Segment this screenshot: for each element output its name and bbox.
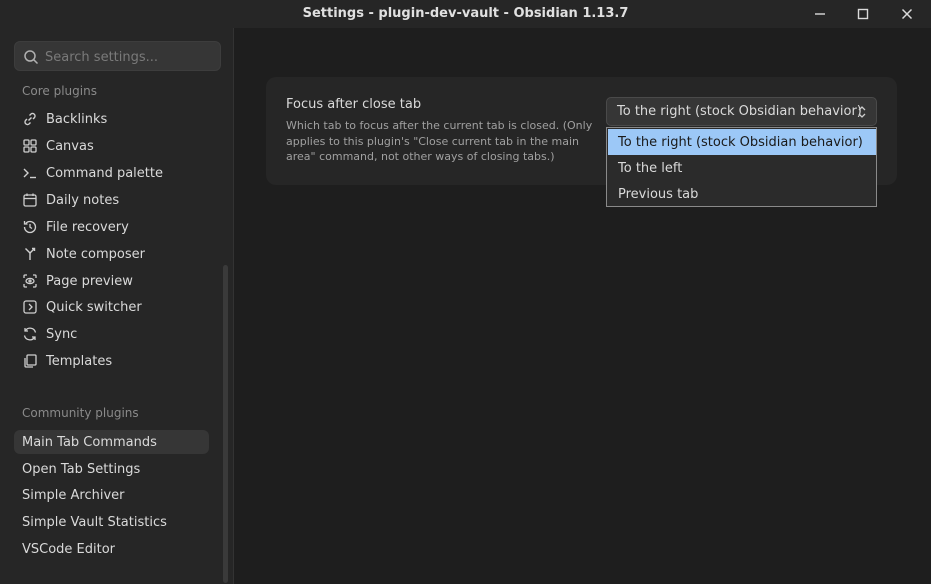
backlinks-icon (22, 111, 38, 127)
close-button[interactable] (896, 4, 918, 24)
select-dropdown-list: To the right (stock Obsidian behavior) T… (606, 127, 877, 207)
maximize-button[interactable] (852, 4, 874, 24)
terminal-icon (22, 165, 38, 181)
sidebar-item-label: Backlinks (46, 111, 108, 127)
preview-icon (22, 273, 38, 289)
sidebar-item-label: Open Tab Settings (22, 461, 141, 477)
merge-icon (22, 246, 38, 262)
sidebar-item-vscode-editor[interactable]: VSCode Editor (14, 537, 209, 561)
sidebar-item-label: Note composer (46, 246, 145, 262)
sidebar-item-quick-switcher[interactable]: Quick switcher (14, 295, 209, 319)
sidebar-item-main-tab-commands[interactable]: Main Tab Commands (14, 430, 209, 454)
close-icon (901, 8, 913, 20)
select-value: To the right (stock Obsidian behavior) (617, 104, 862, 119)
sidebar-item-sync[interactable]: Sync (14, 322, 209, 346)
templates-icon (22, 353, 38, 369)
search-icon (24, 50, 39, 65)
community-plugins-heading: Community plugins (22, 406, 139, 420)
sidebar-item-label: Templates (46, 353, 113, 369)
sidebar-item-daily-notes[interactable]: Daily notes (14, 188, 209, 212)
sync-icon (22, 326, 38, 342)
sidebar-item-open-tab-settings[interactable]: Open Tab Settings (14, 457, 209, 481)
sidebar-item-file-recovery[interactable]: File recovery (14, 215, 209, 239)
sidebar-item-simple-vault-statistics[interactable]: Simple Vault Statistics (14, 510, 209, 534)
maximize-icon (857, 8, 869, 20)
settings-window: Settings - plugin-dev-vault - Obsidian 1… (0, 0, 931, 584)
sidebar-scrollbar[interactable] (223, 265, 228, 583)
focus-after-close-select[interactable]: To the right (stock Obsidian behavior) (606, 97, 877, 126)
calendar-icon (22, 192, 38, 208)
setting-name: Focus after close tab (286, 97, 422, 112)
core-plugins-heading: Core plugins (22, 84, 97, 98)
sidebar-item-label: VSCode Editor (22, 541, 116, 557)
switcher-icon (22, 299, 38, 315)
sidebar-item-label: Canvas (46, 138, 94, 154)
sidebar-item-label: Simple Vault Statistics (22, 514, 167, 530)
window-title: Settings - plugin-dev-vault - Obsidian 1… (302, 6, 629, 21)
sidebar-item-label: File recovery (46, 219, 129, 235)
sidebar-item-label: Page preview (46, 273, 133, 289)
dropdown-option[interactable]: To the left (608, 155, 876, 181)
sidebar-item-canvas[interactable]: Canvas (14, 134, 209, 158)
sidebar-item-backlinks[interactable]: Backlinks (14, 107, 209, 131)
minimize-icon (815, 13, 825, 15)
sidebar-item-label: Simple Archiver (22, 487, 125, 503)
chevron-up-down-icon (858, 106, 866, 118)
sidebar-item-label: Daily notes (46, 192, 120, 208)
sidebar-item-simple-archiver[interactable]: Simple Archiver (14, 483, 209, 507)
search-box[interactable] (14, 41, 221, 71)
title-bar: Settings - plugin-dev-vault - Obsidian 1… (0, 0, 931, 28)
minimize-button[interactable] (809, 4, 831, 24)
settings-sidebar: Core plugins Backlinks Canvas Command pa… (0, 28, 234, 584)
sidebar-item-templates[interactable]: Templates (14, 349, 209, 373)
sidebar-item-label: Quick switcher (46, 299, 142, 315)
sidebar-item-command-palette[interactable]: Command palette (14, 161, 209, 185)
sidebar-item-page-preview[interactable]: Page preview (14, 269, 209, 293)
dropdown-option[interactable]: To the right (stock Obsidian behavior) (608, 129, 876, 155)
search-input[interactable] (45, 47, 215, 67)
setting-description: Which tab to focus after the current tab… (286, 119, 593, 163)
canvas-icon (22, 138, 38, 154)
sidebar-item-note-composer[interactable]: Note composer (14, 242, 209, 266)
settings-content: Focus after close tab Which tab to focus… (235, 28, 931, 584)
sidebar-item-label: Main Tab Commands (22, 434, 157, 450)
sidebar-item-label: Sync (46, 326, 78, 342)
dropdown-option[interactable]: Previous tab (608, 181, 876, 207)
history-icon (22, 219, 38, 235)
sidebar-item-label: Command palette (46, 165, 163, 181)
